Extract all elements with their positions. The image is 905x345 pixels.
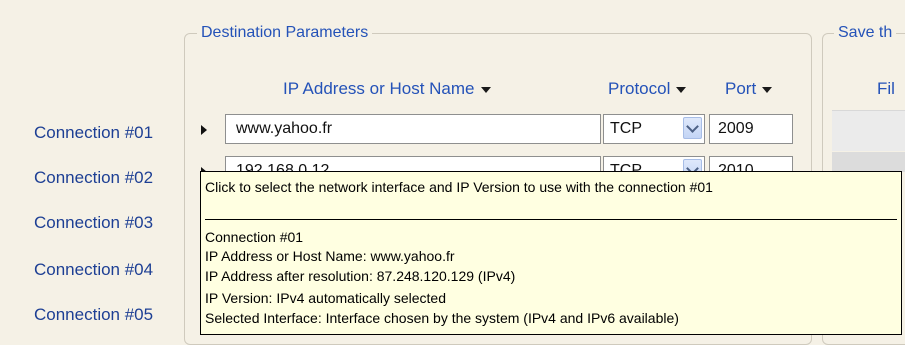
connection-04-label: Connection #04 <box>34 260 154 279</box>
tooltip-line: IP Version: IPv4 automatically selected <box>205 290 446 306</box>
destination-parameters-title: Destination Parameters <box>197 24 373 42</box>
save-row-1-field <box>832 110 905 151</box>
connection-01-port-input[interactable]: 2009 <box>709 114 793 144</box>
sort-arrow-icon <box>676 86 687 93</box>
chevron-down-icon <box>686 119 699 133</box>
save-row-2-field <box>832 152 905 172</box>
expand-arrow-icon <box>201 125 207 135</box>
tooltip-line: Connection #01 <box>205 229 304 245</box>
tooltip-title: Click to select the network interface an… <box>205 179 713 195</box>
connection-01-interface-button[interactable] <box>193 116 215 144</box>
sort-arrow-icon <box>762 86 773 93</box>
connection-01-protocol-value: TCP <box>610 120 642 137</box>
host-column-header[interactable]: IP Address or Host Name <box>283 79 491 99</box>
sort-arrow-icon <box>480 86 491 93</box>
save-group-title: Save th <box>834 24 897 42</box>
connection-01-host-input[interactable]: www.yahoo.fr <box>225 114 601 144</box>
port-column-header[interactable]: Port <box>725 79 773 99</box>
connection-01-label: Connection #01 <box>34 123 154 142</box>
tooltip-separator <box>205 219 897 220</box>
connection-05-label: Connection #05 <box>34 305 154 324</box>
port-column-header-label: Port <box>725 79 757 98</box>
save-file-column-header: Fil <box>877 79 895 98</box>
connection-02-label: Connection #02 <box>34 168 154 187</box>
connection-03-label: Connection #03 <box>34 213 154 232</box>
host-column-header-label: IP Address or Host Name <box>283 79 475 98</box>
connection-01-protocol-select[interactable]: TCP <box>603 114 705 144</box>
tooltip-line: Selected Interface: Interface chosen by … <box>205 310 679 326</box>
protocol-column-header-label: Protocol <box>608 79 671 98</box>
tooltip-line: IP Address after resolution: 87.248.120.… <box>205 268 516 284</box>
interface-tooltip: Click to select the network interface an… <box>200 171 902 335</box>
tooltip-line: IP Address or Host Name: www.yahoo.fr <box>205 248 455 264</box>
protocol-column-header[interactable]: Protocol <box>608 79 687 99</box>
dropdown-button[interactable] <box>683 117 702 139</box>
